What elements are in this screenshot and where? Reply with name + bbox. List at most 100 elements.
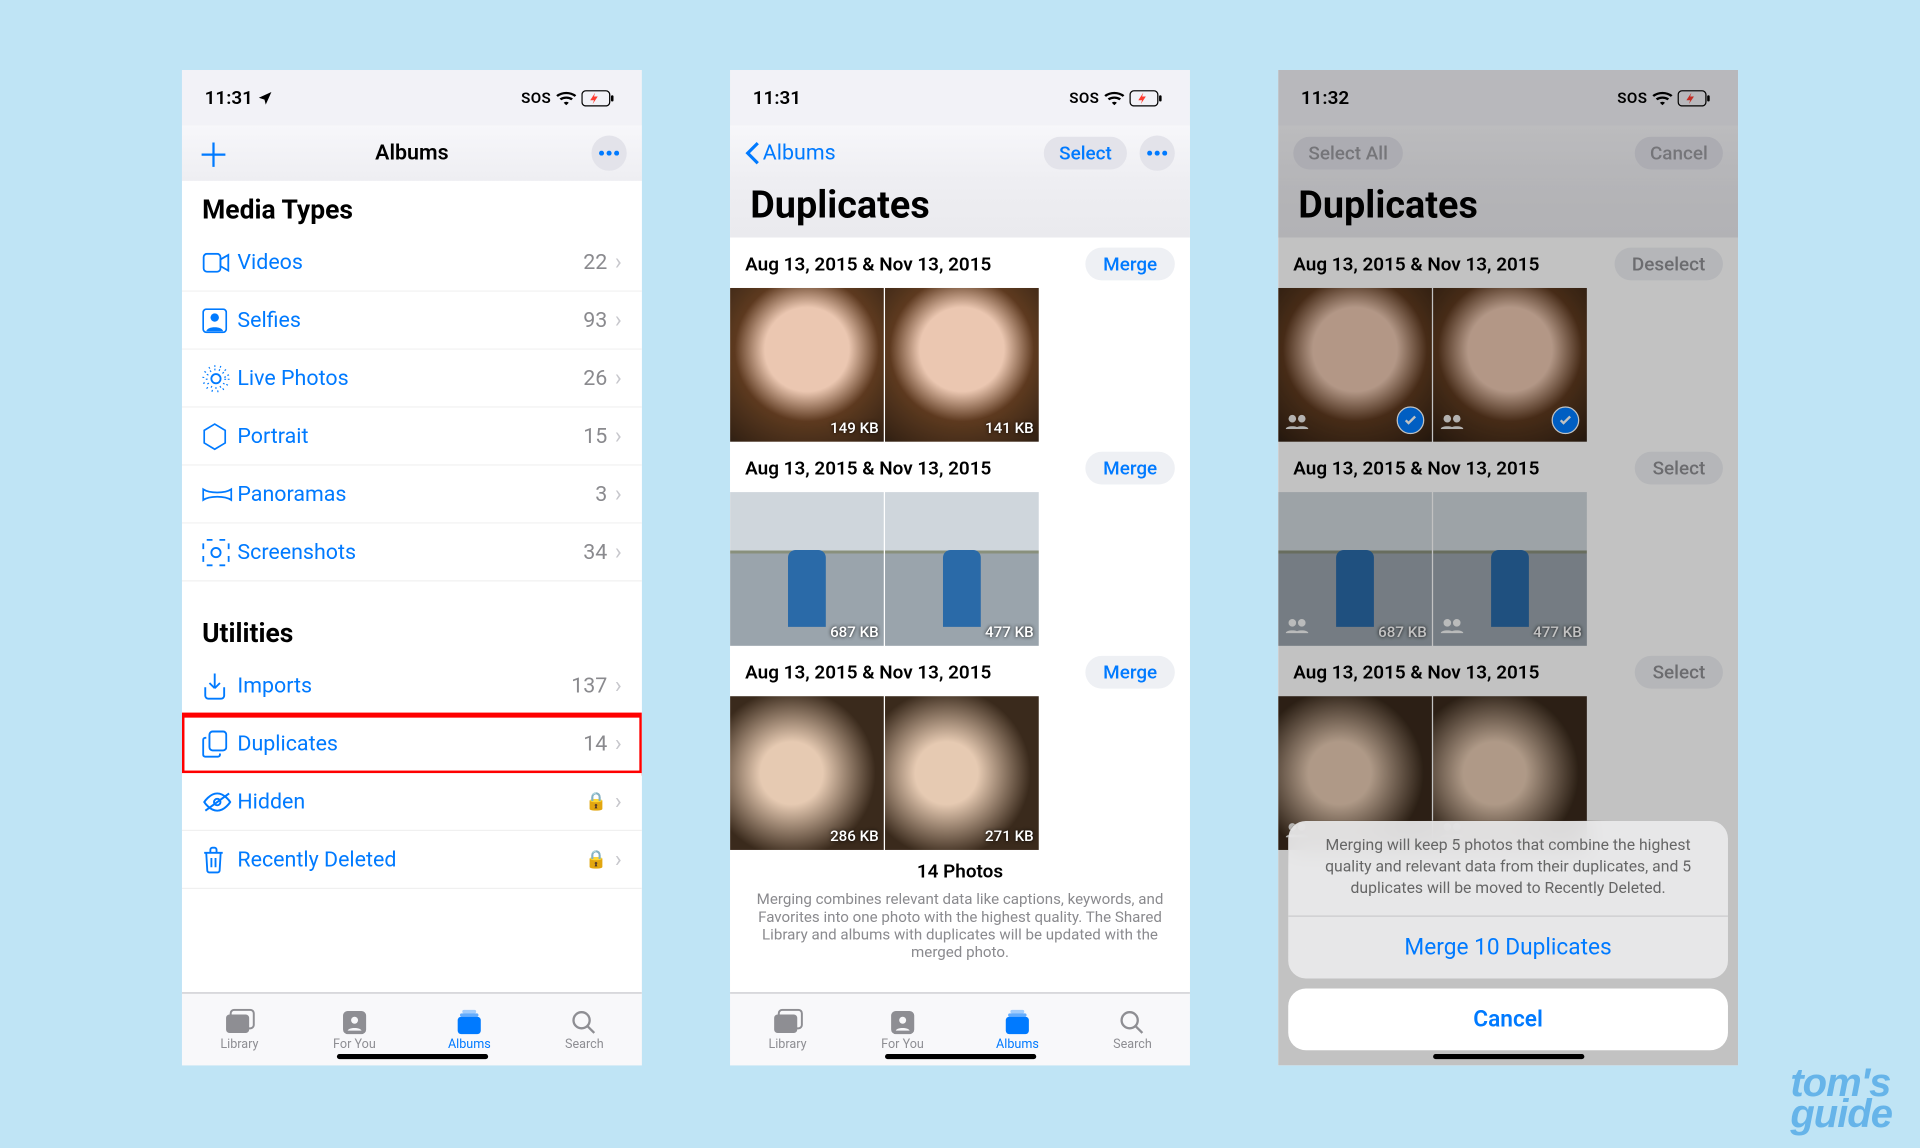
status-time: 11:31 <box>753 86 801 109</box>
photo-thumbnail[interactable]: 271 KB <box>885 696 1039 850</box>
home-indicator[interactable] <box>336 1054 487 1059</box>
watermark: tom'sguide <box>1790 1068 1892 1130</box>
tab-label: Albums <box>996 1037 1039 1051</box>
row-live-photos[interactable]: Live Photos26 › <box>182 350 642 408</box>
row-label: Imports <box>237 673 571 698</box>
merge-button[interactable]: Merge <box>1086 656 1175 689</box>
size-badge: 477 KB <box>985 623 1034 641</box>
group-date: Aug 13, 2015 & Nov 13, 2015 <box>745 457 991 480</box>
chevron-right-icon: › <box>615 249 622 275</box>
status-bar: 11:31 SOS <box>182 70 642 125</box>
tab-search[interactable]: Search <box>1075 994 1190 1066</box>
chevron-left-icon <box>745 142 760 165</box>
portrait-icon <box>202 422 237 450</box>
more-button[interactable] <box>591 136 626 171</box>
tab-label: Search <box>565 1037 604 1051</box>
phone-merge-sheet: 11:32 SOS Select All Cancel Duplicates A… <box>1278 70 1738 1065</box>
footer-note: Merging combines relevant data like capt… <box>730 883 1190 974</box>
group-header: Aug 13, 2015 & Nov 13, 2015 Merge <box>730 442 1190 492</box>
row-label: Hidden <box>237 789 585 814</box>
size-badge: 141 KB <box>985 419 1034 437</box>
row-label: Panoramas <box>237 481 595 506</box>
chevron-right-icon: › <box>615 539 622 565</box>
battery-icon <box>1129 90 1162 106</box>
more-button[interactable] <box>1140 136 1175 171</box>
merge-button[interactable]: Merge <box>1086 452 1175 485</box>
tab-library[interactable]: Library <box>182 994 297 1066</box>
ellipsis-icon <box>599 151 619 156</box>
selfies-icon <box>202 308 237 333</box>
location-icon <box>258 90 273 105</box>
back-button[interactable]: Albums <box>745 141 836 166</box>
sheet-message: Merging will keep 5 photos that combine … <box>1288 821 1728 915</box>
select-button[interactable]: Select <box>1044 137 1127 170</box>
tab-library[interactable]: Library <box>730 994 845 1066</box>
screenshots-icon <box>202 538 237 566</box>
add-button[interactable]: ＋ <box>197 130 230 177</box>
photo-thumbnail[interactable]: 149 KB <box>730 288 884 442</box>
tab-search[interactable]: Search <box>527 994 642 1066</box>
size-badge: 687 KB <box>830 623 879 641</box>
row-label: Screenshots <box>237 539 583 564</box>
row-videos[interactable]: Videos22 › <box>182 234 642 292</box>
row-selfies[interactable]: Selfies93› <box>182 292 642 350</box>
row-label: Portrait <box>237 423 583 448</box>
group-header: Aug 13, 2015 & Nov 13, 2015 Merge <box>730 646 1190 696</box>
section-media-types: Media Types <box>182 181 642 234</box>
lock-icon: 🔒 <box>585 849 607 869</box>
home-indicator[interactable] <box>1433 1054 1584 1059</box>
wifi-icon <box>1104 90 1124 105</box>
wifi-icon <box>556 90 576 105</box>
tab-label: For You <box>881 1037 924 1051</box>
merge-duplicates-button[interactable]: Merge 10 Duplicates <box>1288 915 1728 978</box>
tab-label: Albums <box>448 1037 491 1051</box>
hidden-icon <box>202 790 237 813</box>
photo-thumbnail[interactable]: 477 KB <box>885 492 1039 646</box>
size-badge: 149 KB <box>830 419 879 437</box>
row-label: Videos <box>237 250 583 275</box>
status-time: 11:31 <box>205 86 253 109</box>
row-count: 93 <box>583 308 607 333</box>
section-utilities: Utilities <box>182 604 642 657</box>
photo-thumbnail[interactable]: 687 KB <box>730 492 884 646</box>
row-hidden[interactable]: Hidden🔒 › <box>182 773 642 831</box>
row-panoramas[interactable]: Panoramas3 › <box>182 466 642 524</box>
row-imports[interactable]: Imports137 › <box>182 657 642 715</box>
row-count: 26 <box>583 365 607 390</box>
thumb-row: 149 KB 141 KB <box>730 288 1190 442</box>
chevron-right-icon: › <box>615 365 622 391</box>
row-count: 22 <box>583 250 607 275</box>
imports-icon <box>202 672 237 700</box>
chevron-right-icon: › <box>615 481 622 507</box>
page-title: Duplicates <box>730 181 1190 238</box>
phone-duplicates: 11:31 SOS Albums Select Duplicates Aug 1… <box>730 70 1190 1065</box>
row-recently-deleted[interactable]: Recently Deleted🔒› <box>182 831 642 889</box>
chevron-right-icon: › <box>615 423 622 449</box>
row-count: 137 <box>571 673 607 698</box>
tab-label: Library <box>220 1037 258 1051</box>
duplicates-icon <box>202 730 237 758</box>
group-date: Aug 13, 2015 & Nov 13, 2015 <box>745 661 991 684</box>
row-count: 14 <box>583 731 607 756</box>
home-indicator[interactable] <box>884 1054 1035 1059</box>
phone-albums: 11:31 SOS ＋ Albums Media Types Videos22 ›… <box>182 70 642 1065</box>
row-duplicates[interactable]: Duplicates14› <box>182 715 642 773</box>
row-portrait[interactable]: Portrait15 › <box>182 408 642 466</box>
row-label: Live Photos <box>237 365 583 390</box>
photo-thumbnail[interactable]: 141 KB <box>885 288 1039 442</box>
chevron-right-icon: › <box>615 788 622 814</box>
lock-icon: 🔒 <box>585 791 607 811</box>
thumb-row: 687 KB 477 KB <box>730 492 1190 646</box>
status-bar: 11:31 SOS <box>730 70 1190 125</box>
chevron-right-icon: › <box>615 672 622 698</box>
action-sheet: Merging will keep 5 photos that combine … <box>1288 821 1728 1050</box>
row-count: 15 <box>583 423 607 448</box>
merge-button[interactable]: Merge <box>1086 248 1175 281</box>
photo-thumbnail[interactable]: 286 KB <box>730 696 884 850</box>
videos-icon <box>202 252 237 272</box>
ellipsis-icon <box>1147 151 1167 156</box>
group-header: Aug 13, 2015 & Nov 13, 2015Merge <box>730 238 1190 288</box>
row-screenshots[interactable]: Screenshots34› <box>182 524 642 582</box>
sheet-cancel-button[interactable]: Cancel <box>1288 989 1728 1051</box>
row-count: 3 <box>595 481 607 506</box>
